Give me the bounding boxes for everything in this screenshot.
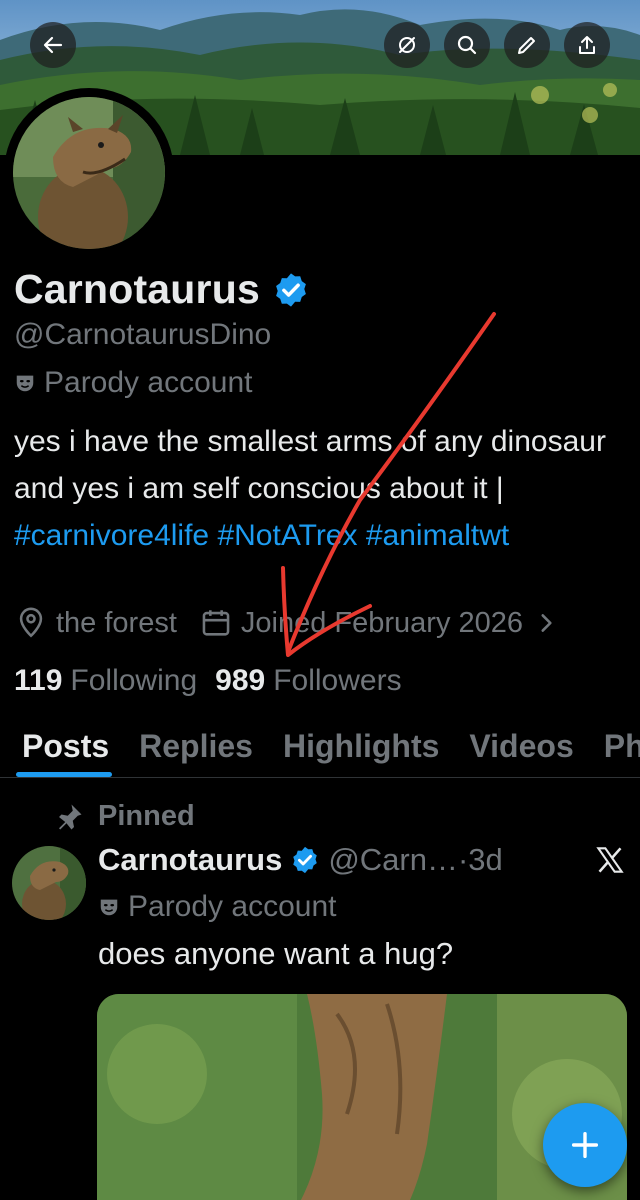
verified-badge-icon: [293, 846, 318, 874]
post-header: Carnotaurus @Carn… ·3d: [98, 842, 503, 878]
profile-handle: @CarnotaurusDino: [14, 318, 272, 351]
following-count: 119: [14, 664, 63, 697]
location-item: the forest: [14, 606, 177, 640]
avatar-image: [13, 97, 165, 249]
parody-label-row: Parody account: [14, 366, 252, 400]
share-icon: [579, 36, 595, 54]
post-avatar-image: [12, 846, 86, 920]
pinned-label: Pinned: [98, 800, 195, 832]
location-pin-icon: [19, 607, 43, 638]
following-label: Following: [70, 664, 198, 697]
pencil-icon: [518, 37, 535, 54]
tab-posts[interactable]: Posts: [0, 720, 124, 777]
followers-label: Followers: [273, 664, 402, 697]
followers-count: 989: [215, 664, 266, 697]
search-button[interactable]: [444, 22, 490, 68]
post-parody-label: Parody account: [128, 890, 337, 923]
tab-label: Photos: [603, 728, 640, 764]
back-button[interactable]: [30, 22, 76, 68]
profile-avatar[interactable]: [4, 88, 174, 258]
post-text: does anyone want a hug?: [98, 936, 454, 971]
post-author-name[interactable]: Carnotaurus: [98, 842, 282, 878]
search-icon: [457, 35, 477, 55]
tab-highlights[interactable]: Highlights: [268, 720, 454, 777]
hashtag-link[interactable]: #NotATrex: [217, 519, 357, 552]
bio-text: yes i have the smallest arms of any dino…: [14, 425, 606, 505]
location-text: the forest: [56, 606, 177, 639]
post-author-avatar[interactable]: [12, 846, 86, 920]
joined-item[interactable]: Joined February 2026: [199, 606, 559, 640]
plus-icon: [571, 1131, 599, 1159]
pin-icon: [59, 804, 82, 829]
post-parody-row: Parody account: [98, 890, 336, 924]
parody-label: Parody account: [44, 366, 253, 399]
tab-label: Replies: [139, 728, 253, 764]
following-link[interactable]: 119 Following: [14, 664, 197, 698]
profile-tabs: Posts Replies Highlights Videos Photos: [0, 720, 640, 778]
profile-meta-row: the forest Joined February 2026: [14, 606, 559, 640]
followers-link[interactable]: 989 Followers: [215, 664, 401, 698]
post-author-handle: @Carn…: [328, 842, 458, 877]
active-tab-indicator: [16, 772, 113, 777]
theater-mask-icon: [16, 375, 34, 392]
post-timestamp: ·3d: [457, 842, 503, 877]
hashtag-link[interactable]: #carnivore4life: [14, 519, 209, 552]
profile-name-row: Carnotaurus: [14, 266, 310, 313]
post-media[interactable]: [97, 994, 627, 1200]
post-media-image: [97, 994, 627, 1200]
edit-button[interactable]: [504, 22, 550, 68]
pinned-indicator: Pinned: [54, 800, 195, 833]
mute-button[interactable]: [384, 22, 430, 68]
tab-label: Videos: [469, 728, 574, 764]
tab-videos[interactable]: Videos: [454, 720, 588, 777]
hashtag-link[interactable]: #animaltwt: [366, 519, 509, 552]
compose-button[interactable]: [543, 1103, 627, 1187]
x-logo-icon[interactable]: [596, 846, 624, 874]
tab-photos[interactable]: Photos: [589, 720, 640, 777]
arrow-left-icon: [43, 36, 63, 54]
tab-label: Posts: [22, 728, 110, 764]
profile-name: Carnotaurus: [14, 266, 260, 312]
joined-text: Joined February 2026: [240, 606, 524, 639]
verified-badge-icon[interactable]: [272, 271, 310, 309]
chevron-right-icon: [541, 614, 552, 632]
tab-label: Highlights: [282, 728, 440, 764]
tab-replies[interactable]: Replies: [124, 720, 268, 777]
profile-bio: yes i have the smallest arms of any dino…: [14, 418, 614, 559]
follow-counts: 119 Following 989 Followers: [14, 664, 402, 698]
share-button[interactable]: [564, 22, 610, 68]
eye-off-icon: [399, 37, 415, 53]
theater-mask-icon: [100, 899, 118, 916]
calendar-icon: [202, 610, 230, 636]
